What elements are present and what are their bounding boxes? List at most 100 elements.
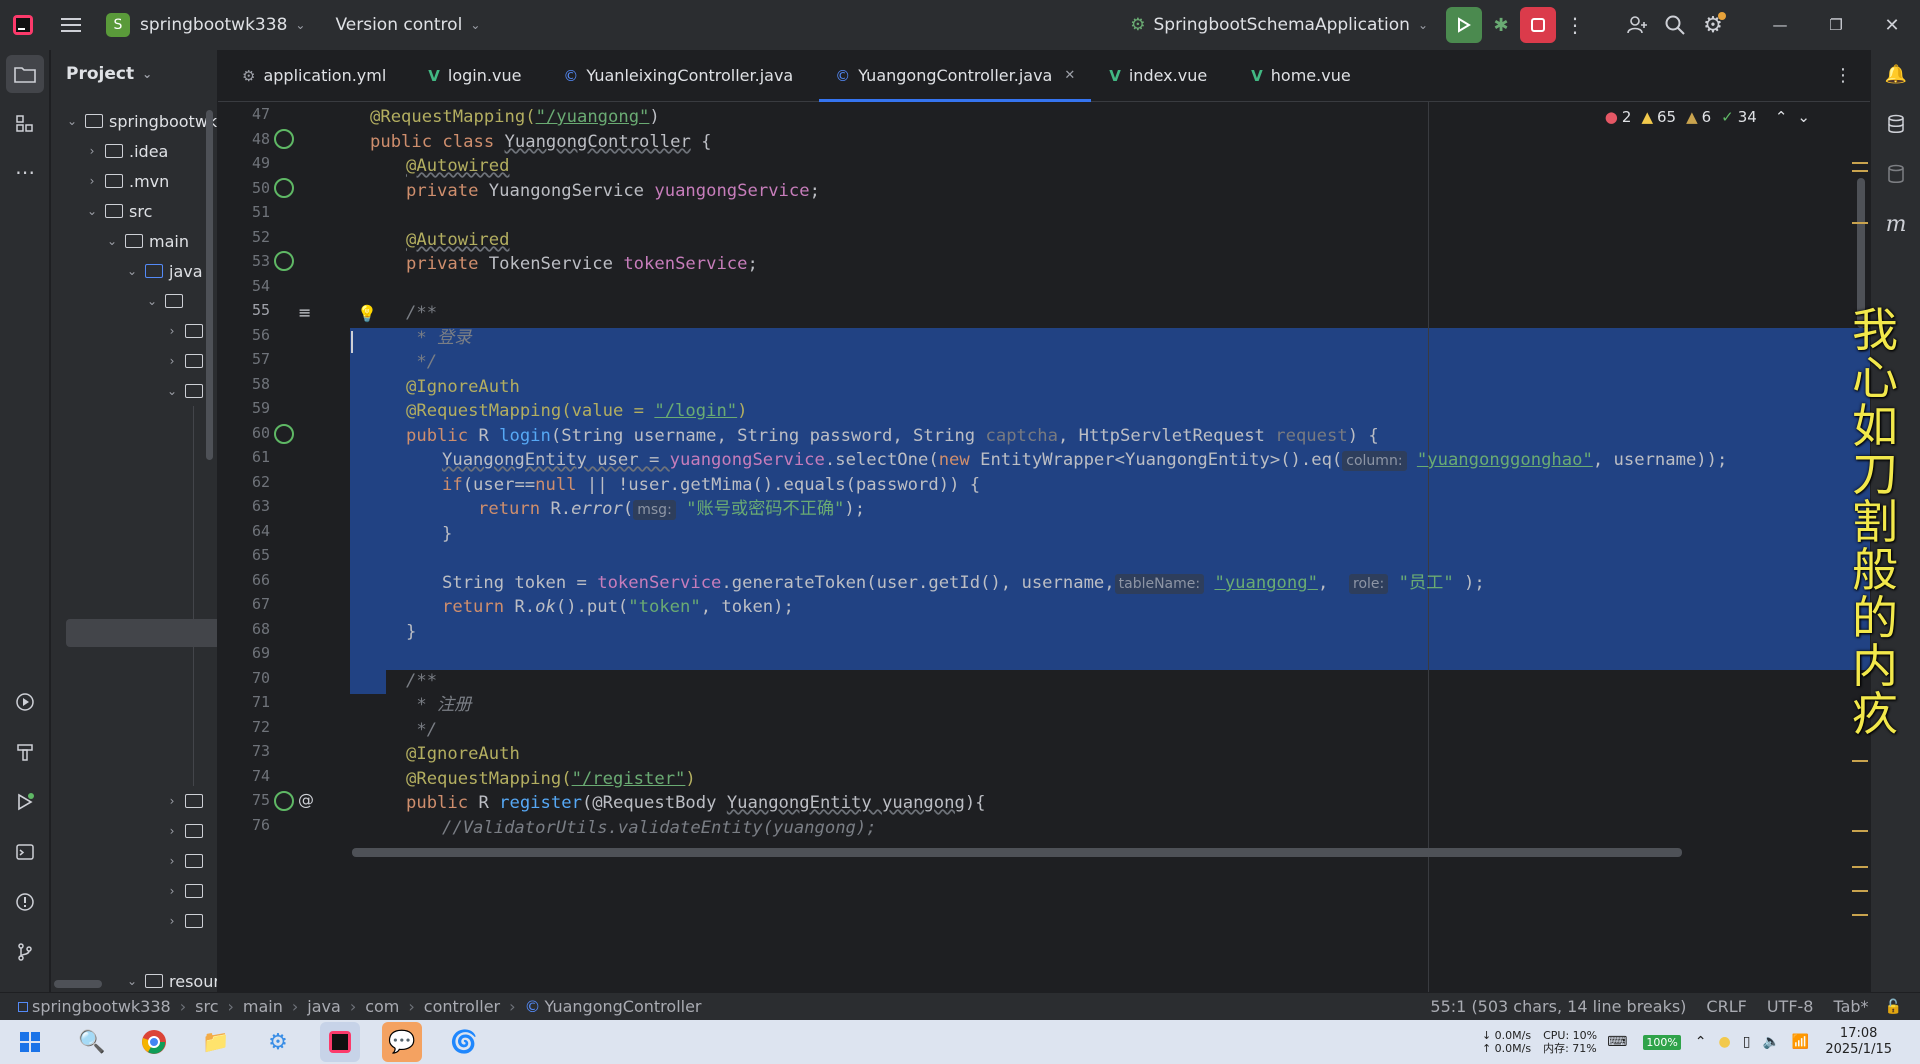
app-icon[interactable]: ⚙	[258, 1022, 298, 1062]
line-number[interactable]: 57	[218, 350, 270, 368]
search-icon[interactable]	[1656, 6, 1694, 44]
bookmark-icon[interactable]: ≡	[298, 303, 311, 322]
caret-position[interactable]: 55:1 (503 chars, 14 line breaks)	[1430, 997, 1686, 1016]
tree-node-sub8[interactable]: ›	[165, 906, 209, 936]
close-tab-icon[interactable]: ✕	[1064, 68, 1075, 83]
more-actions-icon[interactable]: ⋮	[1556, 6, 1594, 44]
line-separator[interactable]: CRLF	[1706, 997, 1746, 1016]
battery-indicator[interactable]: 100%	[1643, 1034, 1681, 1050]
project-panel-scrollbar[interactable]	[206, 110, 213, 460]
breadcrumb-item[interactable]: java	[307, 997, 341, 1016]
project-panel-header[interactable]: Project ⌄	[66, 64, 152, 84]
bean-icon[interactable]	[274, 251, 294, 271]
line-number[interactable]: 48	[218, 130, 270, 148]
at-icon[interactable]: @	[298, 790, 314, 809]
error-stripe-marker[interactable]	[1852, 830, 1868, 832]
line-number[interactable]: 68	[218, 620, 270, 638]
terminal-icon[interactable]	[6, 833, 44, 871]
windows-start-icon[interactable]	[10, 1022, 50, 1062]
database-icon[interactable]	[1877, 105, 1915, 143]
line-number[interactable]: 66	[218, 571, 270, 589]
error-stripe-marker[interactable]	[1852, 162, 1868, 164]
tree-node-sub2[interactable]: ›	[165, 346, 209, 376]
indent-setting[interactable]: Tab*	[1833, 997, 1868, 1016]
error-stripe-marker[interactable]	[1852, 866, 1868, 868]
intellij-taskbar-icon[interactable]	[320, 1022, 360, 1062]
close-window-icon[interactable]: ✕	[1864, 6, 1920, 44]
code-view[interactable]: 💡 @RequestMapping("/yuangong") public cl…	[350, 102, 1870, 992]
line-number[interactable]: 76	[218, 816, 270, 834]
line-number[interactable]: 50	[218, 179, 270, 197]
debug-icon[interactable]: ✱	[1482, 6, 1520, 44]
tray-chevron-up-icon[interactable]: ⌃	[1695, 1034, 1707, 1050]
tray-app-icon[interactable]: ●	[1719, 1034, 1731, 1050]
line-number[interactable]: 65	[218, 546, 270, 564]
line-number[interactable]: 61	[218, 448, 270, 466]
database-secondary-icon[interactable]	[1877, 155, 1915, 193]
volume-icon[interactable]: 🔈	[1762, 1034, 1779, 1050]
git-branch-icon[interactable]	[6, 933, 44, 971]
next-highlight-icon[interactable]: ⌄	[1797, 108, 1810, 126]
breadcrumb-item[interactable]: com	[365, 997, 399, 1016]
breadcrumb-item[interactable]: YuangongController	[545, 997, 702, 1016]
edge-icon[interactable]: 🌀	[444, 1022, 484, 1062]
line-number[interactable]: 47	[218, 105, 270, 123]
tab-application-yml[interactable]: ⚙ application.yml	[226, 50, 402, 102]
run-tool-icon[interactable]	[6, 783, 44, 821]
intellij-logo-icon[interactable]	[10, 12, 36, 38]
project-folder-icon[interactable]	[6, 55, 44, 93]
breadcrumb-item[interactable]: src	[195, 997, 218, 1016]
line-number[interactable]: 63	[218, 497, 270, 515]
line-number[interactable]: 49	[218, 154, 270, 172]
endpoint-icon[interactable]	[274, 424, 294, 444]
restore-window-icon[interactable]: ❐	[1808, 6, 1864, 44]
rerun-button[interactable]	[1446, 7, 1482, 43]
line-number[interactable]: 69	[218, 644, 270, 662]
line-number[interactable]: 64	[218, 522, 270, 540]
main-menu-icon[interactable]	[52, 6, 90, 44]
tab-yuangong-controller[interactable]: © YuangongController.java ✕	[819, 50, 1092, 102]
usb-icon[interactable]: ▯	[1743, 1034, 1751, 1050]
line-number[interactable]: 54	[218, 277, 270, 295]
tab-index-vue[interactable]: Vindex.vue	[1093, 50, 1223, 102]
version-control-menu[interactable]: Version control ⌄	[327, 8, 488, 42]
structure-icon[interactable]	[6, 105, 44, 143]
line-number[interactable]: 53	[218, 252, 270, 270]
maven-icon[interactable]: m	[1877, 205, 1915, 243]
tab-login-vue[interactable]: Vlogin.vue	[412, 50, 537, 102]
tab-home-vue[interactable]: Vhome.vue	[1235, 50, 1367, 102]
wifi-icon[interactable]: 📶	[1792, 1034, 1809, 1050]
tree-node-sub3[interactable]: ⌄	[165, 376, 209, 406]
services-icon[interactable]	[6, 683, 44, 721]
error-stripe-marker[interactable]	[1852, 170, 1868, 172]
add-user-icon[interactable]	[1618, 6, 1656, 44]
line-number[interactable]: 55	[218, 301, 270, 319]
build-hammer-icon[interactable]	[6, 733, 44, 771]
line-number[interactable]: 67	[218, 595, 270, 613]
wechat-icon[interactable]: 💬	[382, 1022, 422, 1062]
project-switcher[interactable]: S springbootwk338 ⌄	[98, 8, 313, 42]
line-number[interactable]: 72	[218, 718, 270, 736]
previous-highlight-icon[interactable]: ⌃	[1775, 108, 1788, 126]
breadcrumb-item[interactable]: main	[243, 997, 283, 1016]
tree-node-sub4[interactable]: ›	[165, 786, 209, 816]
tree-node-src[interactable]: ⌄ src	[85, 196, 152, 226]
search-app-icon[interactable]: 🔍	[72, 1022, 112, 1062]
line-number[interactable]: 73	[218, 742, 270, 760]
error-stripe-marker[interactable]	[1852, 890, 1868, 892]
editor-hscrollbar[interactable]	[352, 848, 1682, 857]
tree-node-resources[interactable]: ⌄ resources	[125, 966, 217, 992]
tree-node-mvn[interactable]: › .mvn	[85, 166, 170, 196]
line-number[interactable]: 60	[218, 424, 270, 442]
tree-node-package[interactable]: ⌄	[145, 286, 189, 316]
problems-icon[interactable]	[6, 883, 44, 921]
tree-node-java[interactable]: ⌄ java	[125, 256, 203, 286]
clock[interactable]: 17:08 2025/1/15	[1825, 1026, 1892, 1058]
line-number[interactable]: 75	[218, 791, 270, 809]
line-number[interactable]: 58	[218, 375, 270, 393]
tree-node-sub6[interactable]: ›	[165, 846, 209, 876]
tree-node-idea[interactable]: › .idea	[85, 136, 169, 166]
tree-node-main[interactable]: ⌄ main	[105, 226, 189, 256]
line-number[interactable]: 51	[218, 203, 270, 221]
breadcrumb-item[interactable]: controller	[424, 997, 500, 1016]
